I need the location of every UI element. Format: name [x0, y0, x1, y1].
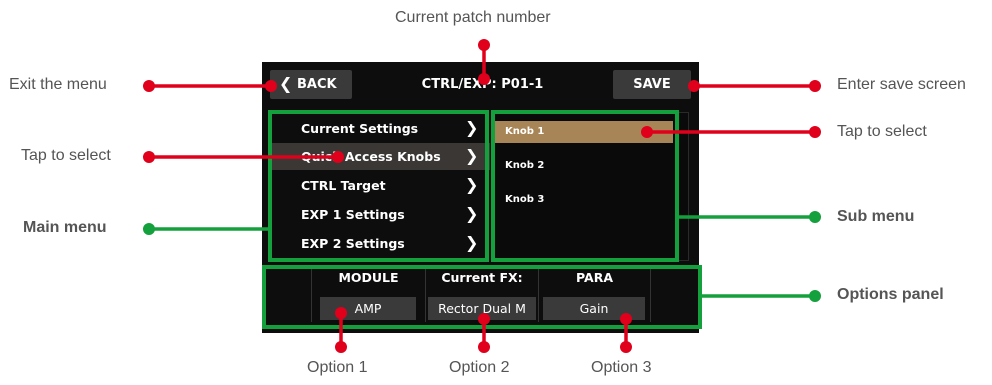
callout-dot [265, 80, 277, 92]
callout-dot [688, 80, 700, 92]
callout-dot [641, 126, 653, 138]
enter-save-label: Enter save screen [837, 76, 966, 93]
callout-dot [478, 39, 490, 51]
callout-dot [809, 126, 821, 138]
callout-dot [809, 211, 821, 223]
tap-select-left-label: Tap to select [21, 147, 111, 164]
callout-dot [143, 223, 155, 235]
options-panel-label: Options panel [837, 286, 944, 303]
tap-select-right-label: Tap to select [837, 123, 927, 140]
callout-dot [809, 290, 821, 302]
callout-dot [478, 73, 490, 85]
callout-dot [620, 341, 632, 353]
callout-dot [478, 313, 490, 325]
current-patch-label: Current patch number [395, 9, 551, 26]
callout-dot [143, 151, 155, 163]
main-menu-label: Main menu [23, 219, 107, 236]
callout-dot [478, 341, 490, 353]
callout-dot [335, 307, 347, 319]
callout-dot [809, 80, 821, 92]
option1-label: Option 1 [307, 359, 368, 376]
sub-menu-label: Sub menu [837, 208, 915, 225]
callout-dot [335, 341, 347, 353]
option2-label: Option 2 [449, 359, 510, 376]
exit-menu-label: Exit the menu [9, 76, 107, 93]
callout-dot [143, 80, 155, 92]
option3-label: Option 3 [591, 359, 652, 376]
callout-dot [332, 151, 344, 163]
callout-dot [620, 313, 632, 325]
callout-lines [143, 39, 821, 353]
